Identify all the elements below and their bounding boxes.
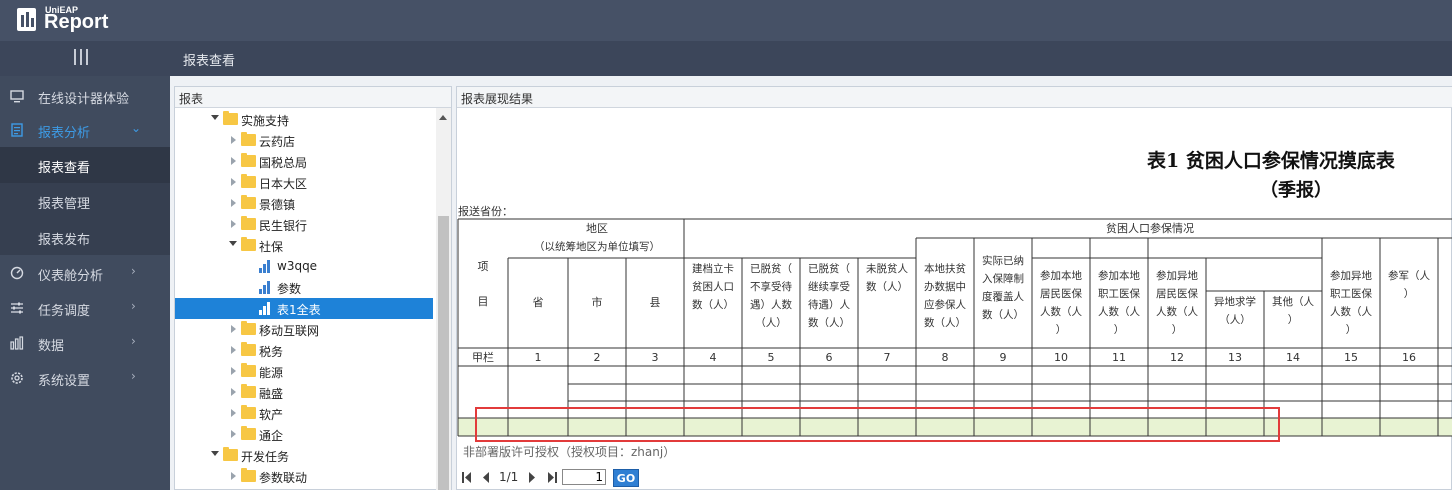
column-header-9: 实际已纳 bbox=[982, 254, 1024, 267]
row-label: 甲栏 bbox=[472, 350, 494, 364]
column-header-8: 应参保人 bbox=[924, 298, 966, 311]
column-header-city: 市 bbox=[592, 295, 603, 309]
column-header-region-note: （以统筹地区为单位填写） bbox=[534, 240, 660, 253]
column-header-15: 人数（人 bbox=[1330, 305, 1372, 318]
column-header-12: 人数（人 bbox=[1156, 305, 1198, 318]
column-number: 5 bbox=[768, 351, 775, 364]
column-header-6: 继续享受 bbox=[808, 280, 850, 293]
column-header-4: 贫困人口 bbox=[692, 280, 734, 293]
column-header-9: 入保障制 bbox=[982, 272, 1024, 285]
page-indicator: 1/1 bbox=[499, 470, 519, 484]
column-header-9: 数（人） bbox=[982, 308, 1024, 321]
column-header-5: （人） bbox=[755, 317, 787, 329]
column-number: 2 bbox=[594, 351, 601, 364]
column-header-8: 数（人） bbox=[924, 316, 966, 329]
column-number: 11 bbox=[1112, 351, 1126, 364]
column-header-11: ） bbox=[1114, 324, 1125, 336]
column-number: 13 bbox=[1228, 351, 1242, 364]
column-header-6: 待遇）人 bbox=[808, 298, 850, 311]
column-header-poverty: 贫困人口参保情况 bbox=[1106, 221, 1194, 235]
column-number: 8 bbox=[942, 351, 949, 364]
column-header-15: 参加异地 bbox=[1330, 269, 1372, 282]
column-header-13: （人） bbox=[1219, 314, 1251, 326]
column-number: 6 bbox=[826, 351, 833, 364]
column-header-12: 参加异地 bbox=[1156, 269, 1198, 282]
page-number-input[interactable] bbox=[562, 469, 606, 485]
highlight-box bbox=[475, 407, 1280, 442]
column-header-16: ） bbox=[1404, 288, 1415, 300]
column-header-15: ） bbox=[1346, 324, 1357, 336]
column-header-9: 度覆盖人 bbox=[982, 290, 1024, 303]
column-header-13: 异地求学 bbox=[1214, 295, 1256, 308]
column-header-10: 参加本地 bbox=[1040, 269, 1082, 282]
column-header-item: 目 bbox=[478, 295, 489, 308]
last-page-icon[interactable] bbox=[547, 472, 557, 483]
column-header-12: ） bbox=[1172, 324, 1183, 336]
column-number: 15 bbox=[1344, 351, 1358, 364]
column-header-7: 未脱贫人 bbox=[866, 262, 908, 275]
column-number: 16 bbox=[1402, 351, 1416, 364]
column-number: 4 bbox=[710, 351, 717, 364]
column-header-5: 已脱贫（ bbox=[750, 262, 792, 275]
column-header-county: 县 bbox=[650, 296, 661, 309]
column-header-10: 居民医保 bbox=[1040, 287, 1082, 300]
column-header-8: 本地扶贫 bbox=[924, 262, 966, 275]
column-header-4: 数（人） bbox=[692, 298, 734, 311]
column-header-14: 其他（人 bbox=[1272, 295, 1314, 308]
column-number: 7 bbox=[884, 351, 891, 364]
column-header-region: 地区 bbox=[586, 222, 608, 235]
column-header-11: 人数（人 bbox=[1098, 305, 1140, 318]
column-header-10: ） bbox=[1056, 324, 1067, 336]
prev-page-icon[interactable] bbox=[482, 472, 490, 483]
column-header-6: 已脱贫（ bbox=[808, 262, 850, 275]
column-header-8: 办数据中 bbox=[924, 280, 966, 293]
column-header-16: 参军（人 bbox=[1388, 269, 1430, 282]
column-header-10: 人数（人 bbox=[1040, 305, 1082, 318]
column-number: 14 bbox=[1286, 351, 1300, 364]
column-number: 3 bbox=[652, 351, 659, 364]
next-page-icon[interactable] bbox=[528, 472, 536, 483]
column-header-province: 省 bbox=[533, 296, 544, 309]
column-header-15: 职工医保 bbox=[1330, 287, 1372, 300]
column-header-item: 项 bbox=[478, 260, 489, 273]
column-header-7: 数（人） bbox=[866, 280, 908, 293]
column-number: 9 bbox=[1000, 351, 1007, 364]
column-header-5: 不享受待 bbox=[750, 280, 792, 293]
column-number: 12 bbox=[1170, 351, 1184, 364]
column-header-6: 数（人） bbox=[808, 316, 850, 329]
column-number: 10 bbox=[1054, 351, 1068, 364]
column-header-12: 居民医保 bbox=[1156, 287, 1198, 300]
license-text: 非部署版许可授权（授权项目：zhanj） bbox=[463, 445, 676, 459]
first-page-icon[interactable] bbox=[462, 472, 472, 483]
column-header-14: ） bbox=[1288, 314, 1299, 326]
column-header-4: 建档立卡 bbox=[692, 262, 734, 275]
column-header-5: 遇）人数 bbox=[750, 298, 792, 311]
go-button[interactable]: GO bbox=[613, 469, 639, 487]
column-header-11: 参加本地 bbox=[1098, 269, 1140, 282]
column-number: 1 bbox=[535, 351, 542, 364]
column-header-11: 职工医保 bbox=[1098, 287, 1140, 300]
